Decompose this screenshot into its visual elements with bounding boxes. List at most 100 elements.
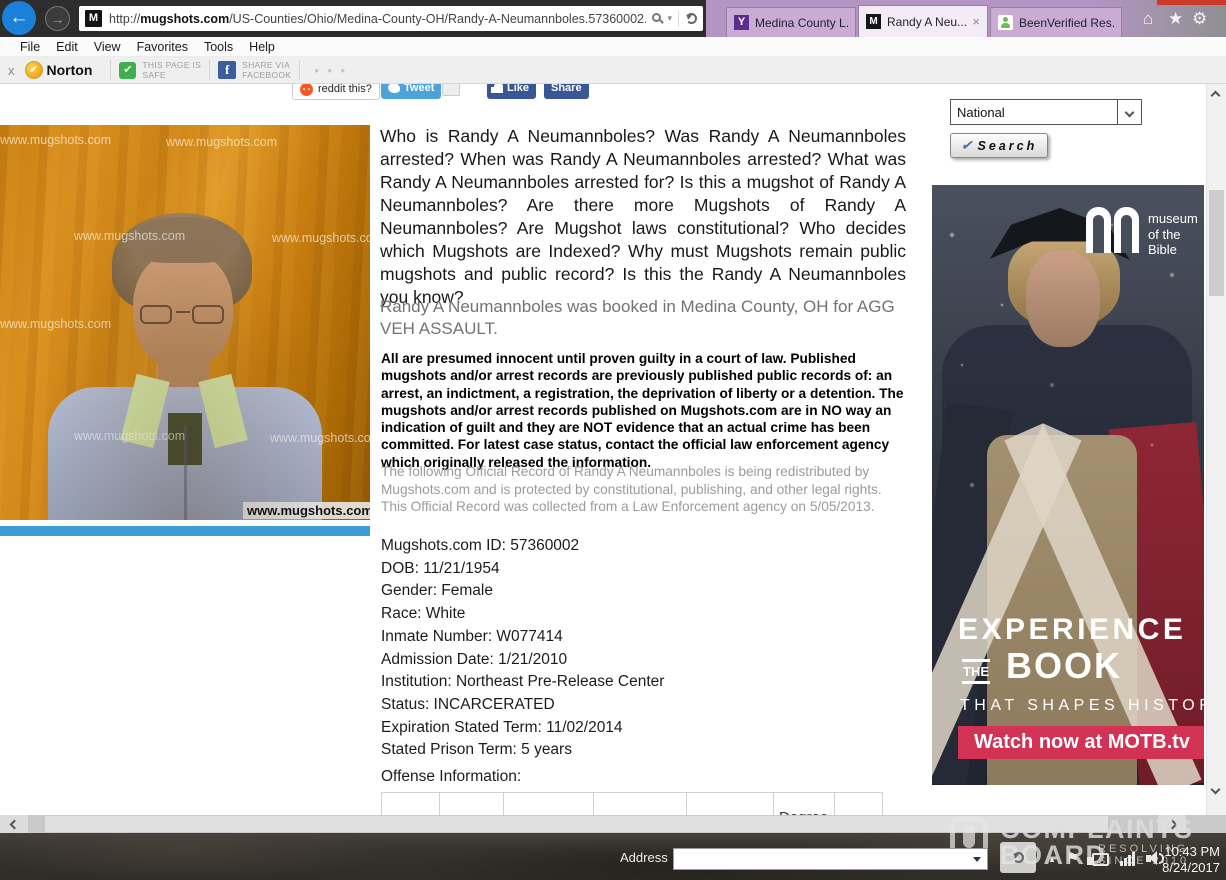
- facebook-like-button[interactable]: Like: [487, 84, 536, 99]
- motb-logo-text: museum of the Bible: [1148, 211, 1204, 258]
- refresh-icon[interactable]: [686, 13, 697, 24]
- select-dropdown-button[interactable]: [1117, 100, 1141, 124]
- favorites-star-icon[interactable]: ★: [1168, 9, 1183, 29]
- screen: ← → M http://mugshots.com/US-Counties/Oh…: [0, 0, 1226, 880]
- menu-edit[interactable]: Edit: [48, 40, 86, 54]
- site-favicon: M: [85, 10, 102, 27]
- record-field: Institution: Northeast Pre-Release Cente…: [381, 671, 901, 694]
- ad-cta-banner[interactable]: Watch now at MOTB.tv: [958, 726, 1204, 759]
- record-field: DOB: 11/21/1954: [381, 558, 901, 581]
- search-icon[interactable]: [652, 13, 661, 22]
- hidden-icons-arrow[interactable]: ▲: [1048, 855, 1056, 864]
- url-path: /US-Counties/Ohio/Medina-County-OH/Randy…: [229, 12, 646, 26]
- reddit-share-button[interactable]: reddit this?: [292, 84, 380, 100]
- search-check-icon: ✔: [961, 137, 973, 154]
- watermark-text: www.mugshots.com: [270, 431, 370, 445]
- network-icon[interactable]: [1092, 853, 1109, 866]
- record-field: Inmate Number: W077414: [381, 626, 901, 649]
- menu-file[interactable]: File: [12, 40, 48, 54]
- facebook-share-button[interactable]: Share: [544, 84, 589, 99]
- record-field: Expiration Stated Term: 11/02/2014: [381, 717, 901, 740]
- watermark-text: www.mugshots.com: [74, 229, 185, 243]
- record-field: Race: White: [381, 603, 901, 626]
- motb-logo-line: of the: [1148, 227, 1204, 243]
- reddit-label: reddit this?: [318, 84, 372, 95]
- scroll-left-arrow[interactable]: [0, 815, 28, 833]
- scroll-right-arrow[interactable]: [1158, 815, 1186, 833]
- back-button[interactable]: ←: [2, 1, 36, 35]
- tab-close-icon[interactable]: ×: [972, 14, 980, 29]
- address-dropdown-caret[interactable]: [973, 857, 981, 862]
- scroll-up-arrow[interactable]: [1211, 91, 1221, 101]
- region-select[interactable]: National: [950, 99, 1142, 125]
- divider: [299, 60, 300, 80]
- refresh-icon: [1013, 852, 1024, 863]
- official-record-note: The following Official Record of Randy A…: [381, 463, 893, 516]
- ad-headline: EXPERIENCE: [958, 613, 1186, 647]
- browser-chrome: ← → M http://mugshots.com/US-Counties/Oh…: [0, 0, 1226, 37]
- shirt-opening: [184, 425, 187, 520]
- scroll-down-arrow[interactable]: [1211, 785, 1221, 795]
- motb-ad[interactable]: museum of the Bible EXPERIENCE THE BOOK …: [932, 185, 1204, 785]
- twitter-bird-icon: [388, 84, 400, 93]
- forward-button[interactable]: →: [45, 6, 70, 31]
- tab-medina-county[interactable]: Y Medina County L...: [726, 7, 856, 37]
- table-header-cell: [440, 793, 504, 816]
- table-header-cell: .: [687, 793, 774, 816]
- ad-the-label: THE: [962, 659, 990, 684]
- tweet-label: Tweet: [404, 84, 434, 94]
- motb-logo-line: Bible: [1148, 242, 1204, 258]
- shirt-collar: [120, 374, 169, 448]
- reddit-icon: [300, 84, 313, 96]
- search-button-label: Search: [978, 139, 1038, 153]
- search-button[interactable]: ✔ Search: [950, 133, 1048, 158]
- menu-favorites[interactable]: Favorites: [129, 40, 196, 54]
- tab-label: Medina County L...: [755, 16, 848, 30]
- address-label: Address: [620, 850, 668, 865]
- search-caret-icon[interactable]: ▾: [667, 13, 672, 24]
- page-viewport: reddit this? Tweet Like Share: [0, 84, 1206, 815]
- table-header-cell: [504, 793, 594, 816]
- taskbar-refresh-button[interactable]: [1000, 842, 1036, 873]
- seo-questions-paragraph: Who is Randy A Neumannboles? Was Randy A…: [380, 125, 906, 309]
- tweet-button[interactable]: Tweet: [381, 84, 441, 99]
- share-label: Share: [551, 84, 582, 94]
- safe-label: THIS PAGE ISSAFE: [142, 60, 201, 80]
- table-header-cell: [382, 793, 440, 816]
- norton-toolbar: x ✔ Norton ✔ THIS PAGE ISSAFE f SHARE VI…: [0, 57, 1226, 84]
- watermark-text: www.mugshots.com: [0, 133, 111, 147]
- taskbar-address-input[interactable]: [673, 848, 988, 870]
- settings-gear-icon[interactable]: ⚙: [1192, 9, 1207, 29]
- menu-help[interactable]: Help: [241, 40, 283, 54]
- clock-time: 10:43 PM: [1158, 844, 1220, 860]
- ad-cta-label: Watch now at MOTB.tv: [974, 731, 1190, 754]
- vertical-scrollbar[interactable]: [1206, 84, 1226, 815]
- beenverified-icon: [998, 15, 1013, 30]
- toolbar-overflow-dots[interactable]: ● ● ●: [314, 66, 348, 75]
- menu-tools[interactable]: Tools: [196, 40, 241, 54]
- tab-randy-neumannboles[interactable]: M Randy A Neu... ×: [858, 5, 988, 37]
- vertical-scroll-thumb[interactable]: [1209, 190, 1224, 296]
- horizontal-scroll-thumb[interactable]: [45, 816, 1108, 832]
- address-bar[interactable]: M http://mugshots.com/US-Counties/Ohio/M…: [79, 6, 703, 31]
- toolbar-close-button[interactable]: x: [8, 63, 15, 78]
- menu-view[interactable]: View: [86, 40, 129, 54]
- share-count-widget[interactable]: [442, 84, 460, 96]
- forward-arrow-icon: →: [51, 11, 65, 27]
- horizontal-scrollbar[interactable]: [0, 815, 1226, 833]
- tab-label: BeenVerified Res...: [1019, 16, 1114, 30]
- window-close-strip: [1157, 0, 1226, 5]
- divider: [209, 60, 210, 80]
- flag-icon[interactable]: ⚑: [1066, 849, 1079, 867]
- home-icon[interactable]: ⌂: [1143, 9, 1153, 29]
- signal-bars-icon[interactable]: [1120, 851, 1140, 866]
- person-face: [133, 251, 233, 369]
- clock[interactable]: 10:43 PM 8/24/2017: [1158, 844, 1220, 876]
- glasses-bridge: [176, 311, 190, 313]
- facebook-icon[interactable]: f: [218, 61, 236, 79]
- table-header-row: . Degree: [382, 793, 883, 816]
- thumb-up-icon: [494, 84, 503, 93]
- tab-beenverified[interactable]: BeenVerified Res...: [990, 7, 1122, 37]
- record-field: Gender: Female: [381, 580, 901, 603]
- record-field: Mugshots.com ID: 57360002: [381, 535, 901, 558]
